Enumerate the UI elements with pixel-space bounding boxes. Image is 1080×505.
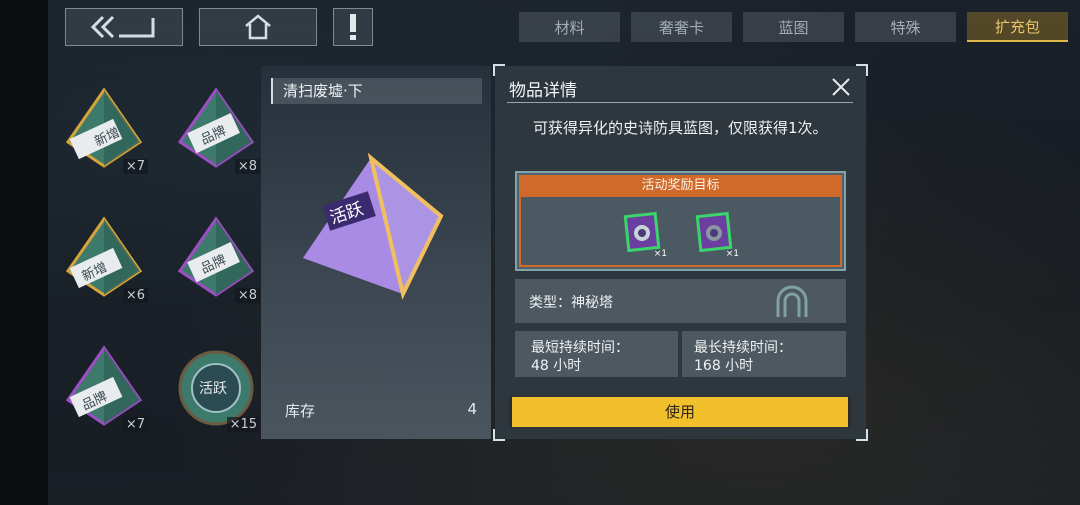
exclamation-icon [350,14,356,40]
min-duration: 最短持续时间： 48 小时 [515,331,678,377]
max-duration-label: 最长持续时间： [694,340,792,356]
reward-box: 活动奖励目标 ×1 ×1 [515,171,846,271]
item-count: ×8 [234,159,260,174]
type-text: 类型：神秘塔 [529,295,613,311]
inventory-item[interactable]: 品牌 ×8 [170,84,262,176]
left-edge-band [0,0,48,505]
reward-count: ×1 [725,249,739,259]
use-button[interactable]: 使用 [509,397,851,427]
frame-corner [856,64,868,76]
item-preview-panel: 清扫废墟·下 活跃 库存 4 [261,66,491,439]
item-detail-panel: 物品详情 可获得异化的史诗防具蓝图，仅限获得1次。 活动奖励目标 ×1 ×1 类… [493,64,868,441]
back-button[interactable] [65,8,183,46]
min-duration-value: 48 小时 [531,358,582,374]
detail-title: 物品详情 [509,81,577,101]
stock-label: 库存 [285,402,316,420]
home-button[interactable] [199,8,317,46]
reward-list: ×1 ×1 [519,197,842,267]
tab-blueprint[interactable]: 蓝图 [743,12,844,42]
inventory-item[interactable]: 新增 ×6 [58,213,150,305]
item-count: ×8 [234,288,260,303]
home-icon [245,14,271,40]
preview-title: 清扫废墟·下 [271,78,482,104]
max-duration: 最长持续时间： 168 小时 [682,331,846,377]
reward-item[interactable]: ×1 [621,211,667,259]
close-icon[interactable] [830,76,852,98]
type-info: 类型：神秘塔 [515,279,846,323]
inventory-item[interactable]: 品牌 ×8 [170,213,262,305]
inventory-item[interactable]: 新增 ×7 [58,84,150,176]
alert-button[interactable] [333,8,373,46]
max-duration-value: 168 小时 [694,358,754,374]
item-description: 可获得异化的史诗防具蓝图，仅限获得1次。 [533,119,828,137]
item-badge-text: 活跃 [199,381,227,397]
frame-corner [856,429,868,441]
item-count: ×15 [226,417,260,432]
item-count: ×7 [122,417,148,432]
frame-corner [493,429,505,441]
item-count: ×7 [122,159,148,174]
reward-count: ×1 [653,249,667,259]
active-pyramid-icon: 活跃 [303,152,444,300]
frame-corner [493,64,505,76]
min-duration-label: 最短持续时间： [531,340,629,356]
title-divider [507,102,853,103]
tab-expansion-pack[interactable]: 扩充包 [967,12,1068,42]
tab-special[interactable]: 特殊 [855,12,956,42]
reward-item[interactable]: ×1 [693,211,739,259]
double-chevron-back-icon [90,15,155,39]
stock-value: 4 [467,400,477,418]
tab-luxury-card[interactable]: 奢奢卡 [631,12,732,42]
tab-materials[interactable]: 材料 [519,12,620,42]
inventory-item[interactable]: 活跃 ×15 [170,342,262,434]
item-count: ×6 [122,288,148,303]
inventory-item[interactable]: 品牌 ×7 [58,342,150,434]
reward-header: 活动奖励目标 [519,175,842,197]
tower-emblem-icon [776,285,808,317]
